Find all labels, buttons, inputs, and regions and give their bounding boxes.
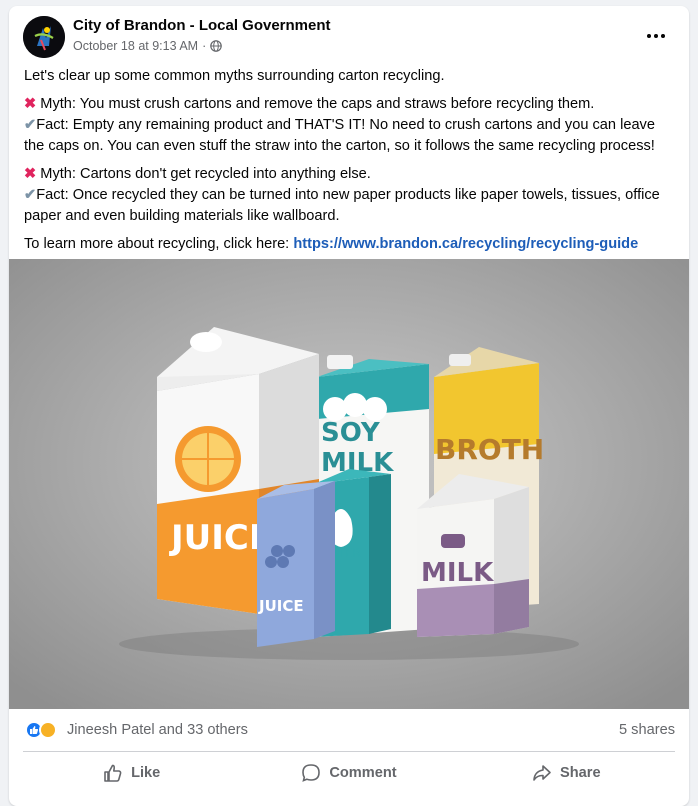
comment-icon xyxy=(302,764,321,782)
check-mark-icon: ✔ xyxy=(24,117,37,133)
thumbs-up-icon xyxy=(30,726,39,734)
myth-1-text: Myth: You must crush cartons and remove … xyxy=(40,96,595,112)
dot-icon xyxy=(661,34,665,38)
small-juice-box: JUICE xyxy=(257,481,335,647)
post-image[interactable]: BROTH SOY MILK JUICE WATER JUICE MILK xyxy=(9,259,689,709)
small-juice-label: JUICE xyxy=(258,597,304,615)
learn-more-paragraph: To learn more about recycling, click her… xyxy=(24,234,677,255)
post-header: City of Brandon - Local Government Octob… xyxy=(23,16,675,60)
post-card: City of Brandon - Local Government Octob… xyxy=(9,6,689,806)
page-name[interactable]: City of Brandon - Local Government xyxy=(73,17,331,34)
cartons-photo: BROTH SOY MILK JUICE WATER JUICE MILK xyxy=(9,259,689,709)
care-reaction-icon xyxy=(39,721,57,739)
thumbs-up-icon xyxy=(104,764,122,782)
fact-1-text: Fact: Empty any remaining product and TH… xyxy=(24,117,655,154)
intro-paragraph: Let's clear up some common myths surroun… xyxy=(24,68,445,84)
avatar[interactable] xyxy=(23,16,65,58)
learn-more-text: To learn more about recycling, click her… xyxy=(24,236,290,252)
cross-mark-icon: ✖ xyxy=(24,96,37,112)
cross-mark-icon: ✖ xyxy=(24,166,37,182)
dot-icon xyxy=(647,34,651,38)
share-button[interactable]: Share xyxy=(458,756,675,790)
post-timestamp[interactable]: October 18 at 9:13 AM xyxy=(73,39,198,53)
divider xyxy=(23,751,675,752)
reaction-names[interactable]: Jineesh Patel and 33 others xyxy=(67,722,248,738)
comment-label: Comment xyxy=(329,765,397,781)
dot-icon xyxy=(654,34,658,38)
fact-2-text: Fact: Once recycled they can be turned i… xyxy=(24,187,660,224)
like-label: Like xyxy=(131,765,161,781)
post-meta: October 18 at 9:13 AM · xyxy=(73,39,223,53)
like-button[interactable]: Like xyxy=(23,756,240,790)
more-options-button[interactable] xyxy=(641,24,671,48)
post-actions: Like Comment Share xyxy=(23,756,675,790)
post-text: Let's clear up some common myths surroun… xyxy=(24,66,677,262)
share-label: Share xyxy=(560,765,601,781)
juice-label: JUICE xyxy=(169,518,272,558)
milk-carton: MILK xyxy=(417,474,529,637)
milk-label: MILK xyxy=(421,558,494,588)
broth-label: BROTH xyxy=(435,433,544,466)
recycling-guide-link[interactable]: https://www.brandon.ca/recycling/recycli… xyxy=(293,236,638,252)
myth-2-text: Myth: Cartons don't get recycled into an… xyxy=(40,166,371,182)
check-mark-icon: ✔ xyxy=(24,187,37,203)
soy-label: SOY xyxy=(321,418,381,448)
myth-fact-1: ✖ Myth: You must crush cartons and remov… xyxy=(24,94,677,157)
city-logo-icon xyxy=(23,16,65,58)
globe-icon xyxy=(210,40,223,52)
reactions-bar: Jineesh Patel and 33 others 5 shares xyxy=(23,720,675,742)
shares-count[interactable]: 5 shares xyxy=(619,722,675,738)
share-icon xyxy=(533,765,551,781)
reaction-icons[interactable] xyxy=(25,721,57,739)
myth-fact-2: ✖ Myth: Cartons don't get recycled into … xyxy=(24,164,677,227)
comment-button[interactable]: Comment xyxy=(240,756,457,790)
